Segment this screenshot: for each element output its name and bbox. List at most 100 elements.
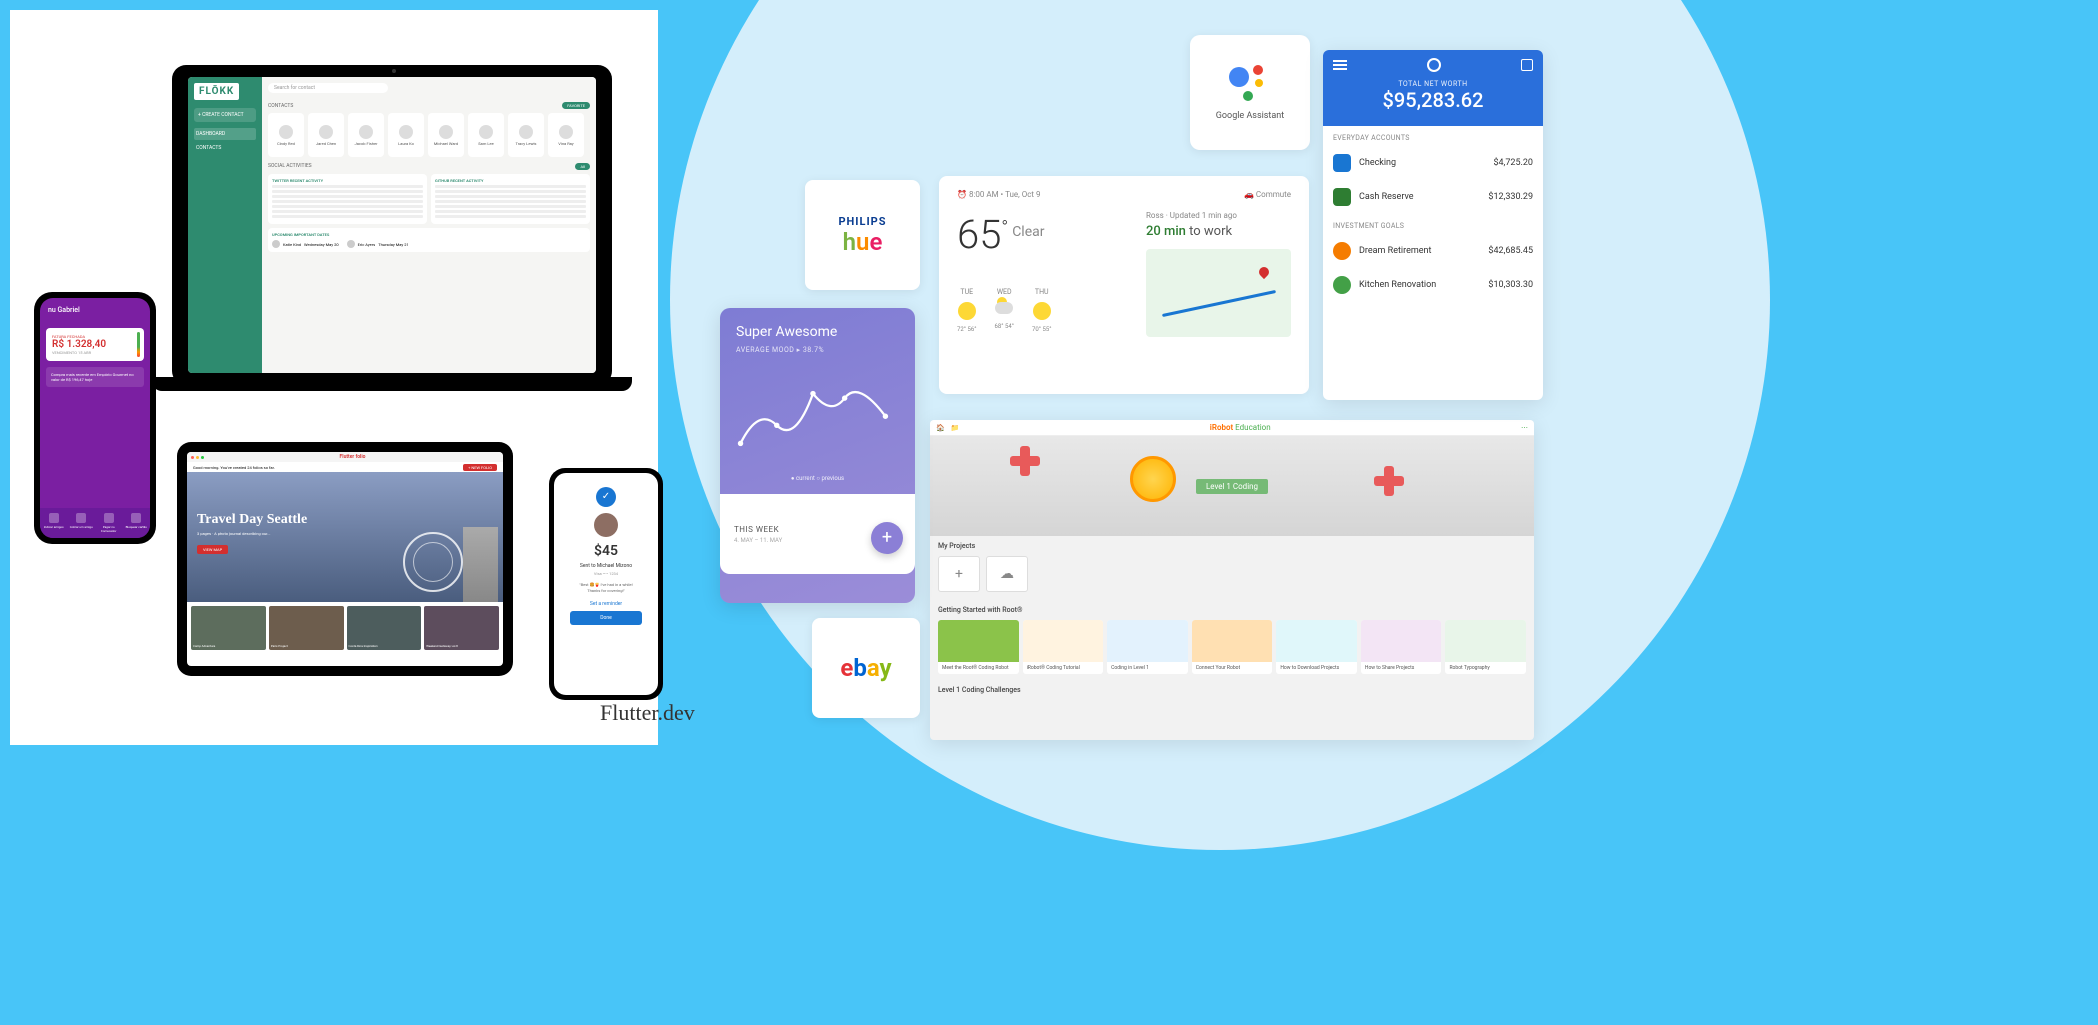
avatar xyxy=(399,125,413,139)
contact-card[interactable]: Jared Chen xyxy=(308,113,344,157)
goal-icon xyxy=(1333,242,1351,260)
folio-subtitle: 3 pages · A photo journal describing our… xyxy=(197,531,493,536)
mood-title: Super Awesome xyxy=(736,324,899,340)
goal-row[interactable]: Dream Retirement$42,685.45 xyxy=(1323,234,1543,268)
hero-title: Level 1 Coding xyxy=(1196,479,1268,494)
folio-thumb[interactable]: Weekend Getaway vol.8 xyxy=(424,606,499,650)
add-fab-button[interactable]: + xyxy=(871,522,903,554)
all-pill[interactable]: All xyxy=(575,163,590,170)
new-folio-button[interactable]: + NEW FOLIO xyxy=(463,464,497,471)
activity-columns: TWITTER RECENT ACTIVITY GITHUB RECENT AC… xyxy=(268,174,590,224)
app-title: Flutter folio xyxy=(206,454,499,460)
new-project-button[interactable]: + xyxy=(938,556,980,592)
payment-screen: ✓ $45 Sent to Michael Mizono Visa •••• 1… xyxy=(554,473,658,695)
commute-map[interactable] xyxy=(1146,249,1291,337)
favorite-pill[interactable]: FAVORITE xyxy=(562,102,590,109)
tutorial-card[interactable]: Coding in Level 1 xyxy=(1107,620,1188,674)
nav-dashboard[interactable]: DASHBOARD xyxy=(194,128,256,140)
dates-header: UPCOMING IMPORTANT DATES xyxy=(272,232,586,237)
home-icon[interactable]: 🏠 xyxy=(936,424,945,432)
source-caption: Flutter.dev xyxy=(600,700,695,726)
invoice-card[interactable]: FATURA FECHADA R$ 1.328,40 VENCIMENTO 15… xyxy=(46,328,144,361)
commute-label: 🚗 Commute xyxy=(1244,190,1291,199)
condition: Clear xyxy=(1012,224,1044,240)
philips-hue-card[interactable]: PHILIPS hue xyxy=(805,180,920,290)
usage-bar xyxy=(137,332,140,357)
account-row[interactable]: Checking$4,725.20 xyxy=(1323,146,1543,180)
irobot-hero: Level 1 Coding xyxy=(930,436,1534,536)
tutorial-card[interactable]: Meet the Root® Coding Robot xyxy=(938,620,1019,674)
assistant-logo-icon xyxy=(1225,65,1275,105)
tutorial-card[interactable]: How to Download Projects xyxy=(1276,620,1357,674)
folio-thumb[interactable]: Paris Project xyxy=(269,606,344,650)
search-input[interactable]: Search for contact xyxy=(268,83,388,93)
done-button[interactable]: Done xyxy=(570,611,642,625)
hero-image[interactable]: Travel Day Seattle 3 pages · A photo jou… xyxy=(187,472,503,602)
ebay-card[interactable]: ebay xyxy=(812,618,920,718)
goal-row[interactable]: Kitchen Renovation$10,303.30 xyxy=(1323,268,1543,302)
commute-meta: Ross · Updated 1 min ago xyxy=(1146,211,1291,220)
recent-purchase[interactable]: Compra mais recente em Empório Gourmet n… xyxy=(46,367,144,387)
contact-card[interactable]: Cindy Red xyxy=(268,113,304,157)
folio-thumb[interactable]: Camp Adventure xyxy=(191,606,266,650)
tutorial-card[interactable]: Robot Typography xyxy=(1445,620,1526,674)
avatar xyxy=(519,125,533,139)
avatar xyxy=(559,125,573,139)
view-map-button[interactable]: VIEW MAP xyxy=(197,545,228,554)
sent-to: Sent to Michael Mizono xyxy=(560,563,652,569)
nav-item[interactable]: Cobrar um amigo xyxy=(68,508,96,538)
folio-title: Travel Day Seattle xyxy=(197,512,493,528)
coin-graphic xyxy=(1130,456,1176,502)
twitter-header: TWITTER RECENT ACTIVITY xyxy=(272,178,423,183)
contact-card[interactable]: Jacob Fisher xyxy=(348,113,384,157)
contact-card[interactable]: Tracy Lewis xyxy=(508,113,544,157)
goal-icon xyxy=(1333,276,1351,294)
flokk-sidebar: FLŌKK + CREATE CONTACT DASHBOARD CONTACT… xyxy=(188,77,262,373)
account-row[interactable]: Cash Reserve$12,330.29 xyxy=(1323,180,1543,214)
github-column: GITHUB RECENT ACTIVITY xyxy=(431,174,590,224)
nav-item[interactable]: Pagar no Fornecedor xyxy=(95,508,123,538)
tutorial-card[interactable]: iRobot® Coding Tutorial xyxy=(1023,620,1104,674)
week-label: THIS WEEK xyxy=(734,525,782,534)
window-chrome: Flutter folio xyxy=(187,452,503,462)
calendar-icon[interactable] xyxy=(1521,59,1533,71)
phone-payment: ✓ $45 Sent to Michael Mizono Visa •••• 1… xyxy=(549,468,663,700)
net-worth-value: $95,283.62 xyxy=(1333,88,1533,112)
nav-item[interactable]: Indicar amigos xyxy=(40,508,68,538)
finance-logo-icon xyxy=(1424,55,1444,75)
forecast-day[interactable]: WED68° 54° xyxy=(995,288,1015,333)
contact-name: Michael Ward xyxy=(434,141,458,146)
nav-contacts[interactable]: CONTACTS xyxy=(194,142,256,154)
nav-item[interactable]: Bloquear cartão xyxy=(123,508,151,538)
menu-icon[interactable]: ⋯ xyxy=(1521,424,1528,432)
tutorial-card[interactable]: How to Share Projects xyxy=(1361,620,1442,674)
date-range: 4. MAY – 11. MAY xyxy=(734,537,782,544)
contact-name: Cindy Red xyxy=(277,141,295,146)
contact-card[interactable]: Vina Ray xyxy=(548,113,584,157)
set-reminder-link[interactable]: Set a reminder xyxy=(560,601,652,607)
visa-info: Visa •••• 1234 xyxy=(560,571,652,576)
contact-card[interactable]: Michael Ward xyxy=(428,113,464,157)
date-item[interactable]: Eric Ayers Thursday May 21 xyxy=(347,240,409,248)
upcoming-dates: UPCOMING IMPORTANT DATES Katie Kind Wedn… xyxy=(268,228,590,252)
folio-thumb[interactable]: Costa Rica Inspiration xyxy=(347,606,422,650)
create-contact-button[interactable]: + CREATE CONTACT xyxy=(194,108,256,122)
mood-chart xyxy=(736,366,899,471)
hamburger-icon[interactable] xyxy=(1333,60,1347,70)
net-worth-label: TOTAL NET WORTH xyxy=(1333,80,1533,88)
tutorial-card[interactable]: Connect Your Robot xyxy=(1192,620,1273,674)
download-project-button[interactable]: ☁ xyxy=(986,556,1028,592)
forecast-day[interactable]: THU70° 55° xyxy=(1032,288,1052,333)
contact-card[interactable]: Sam Lee xyxy=(468,113,504,157)
irobot-toolbar: 🏠 📁 iRobot Education ⋯ xyxy=(930,420,1534,436)
avatar xyxy=(479,125,493,139)
contact-card[interactable]: Laura Ko xyxy=(388,113,424,157)
payment-amount: $45 xyxy=(560,543,652,559)
route-line xyxy=(1161,290,1275,317)
ferris-wheel-graphic xyxy=(403,532,463,592)
google-assistant-card[interactable]: Google Assistant xyxy=(1190,35,1310,150)
contact-name: Sam Lee xyxy=(478,141,493,146)
forecast-day[interactable]: TUE72° 56° xyxy=(957,288,977,333)
folder-icon[interactable]: 📁 xyxy=(951,424,960,432)
date-item[interactable]: Katie Kind Wednesday May 20 xyxy=(272,240,339,248)
